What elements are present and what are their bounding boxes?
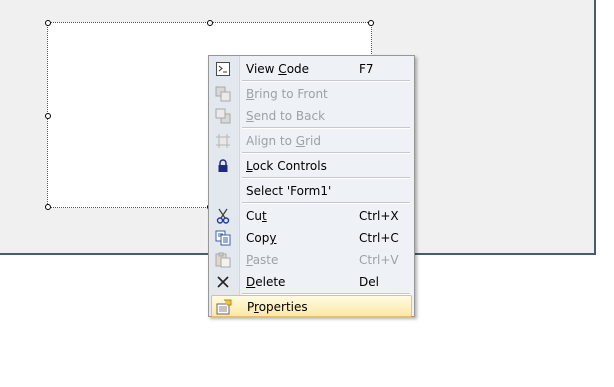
menu-item-label: Delete [246,275,286,289]
menu-item-label: Properties [247,300,308,314]
menu-item-label: Bring to Front [246,87,328,101]
menu-item-select-form1[interactable]: Select 'Form1' [211,180,412,202]
menu-item-label: View Code [246,62,310,76]
menu-item-shortcut: Ctrl+V [359,253,399,267]
menu-separator [242,80,410,82]
menu-item-shortcut: Ctrl+C [359,231,399,245]
menu-item-align-to-grid[interactable]: Align to Grid [211,130,412,152]
menu-item-send-to-back[interactable]: Send to Back [211,105,412,127]
menu-item-copy[interactable]: Copy Ctrl+C [211,227,412,249]
menu-item-shortcut: F7 [359,62,374,76]
resize-handle-bottom-left[interactable] [45,204,51,210]
delete-icon [215,274,231,290]
menu-item-view-code[interactable]: View Code F7 [211,58,412,80]
menu-item-label: Paste [246,253,279,267]
paste-icon [215,252,231,268]
menu-item-label: Select 'Form1' [246,184,332,198]
menu-item-label: Cut [246,209,267,223]
menu-item-label: Align to Grid [246,134,321,148]
code-icon [215,61,231,77]
menu-separator [242,127,410,129]
menu-item-paste[interactable]: Paste Ctrl+V [211,249,412,271]
menu-item-lock-controls[interactable]: Lock Controls [211,155,412,177]
designer-workspace: View Code F7 Bring to Front Send to Back… [0,0,614,387]
copy-icon [215,230,231,246]
menu-item-label: Copy [246,231,277,245]
menu-item-shortcut: Ctrl+X [359,209,399,223]
menu-item-label: Lock Controls [246,159,327,173]
context-menu: View Code F7 Bring to Front Send to Back… [208,55,415,317]
properties-icon [216,299,232,315]
menu-item-bring-to-front[interactable]: Bring to Front [211,83,412,105]
lock-icon [215,158,231,174]
menu-item-label: Send to Back [246,109,326,123]
menu-item-delete[interactable]: Delete Del [211,271,412,293]
menu-separator [242,202,410,204]
resize-handle-top-right[interactable] [368,20,374,26]
menu-item-properties[interactable]: Properties [211,295,412,317]
bring-to-front-icon [215,86,231,102]
send-to-back-icon [215,108,231,124]
menu-item-cut[interactable]: Cut Ctrl+X [211,205,412,227]
scissors-icon [215,208,231,224]
menu-separator [242,177,410,179]
resize-handle-middle-left[interactable] [45,113,51,119]
menu-item-shortcut: Del [359,275,379,289]
menu-separator [242,152,410,154]
resize-handle-top-left[interactable] [45,20,51,26]
align-grid-icon [215,133,231,149]
resize-handle-top-middle[interactable] [207,20,213,26]
